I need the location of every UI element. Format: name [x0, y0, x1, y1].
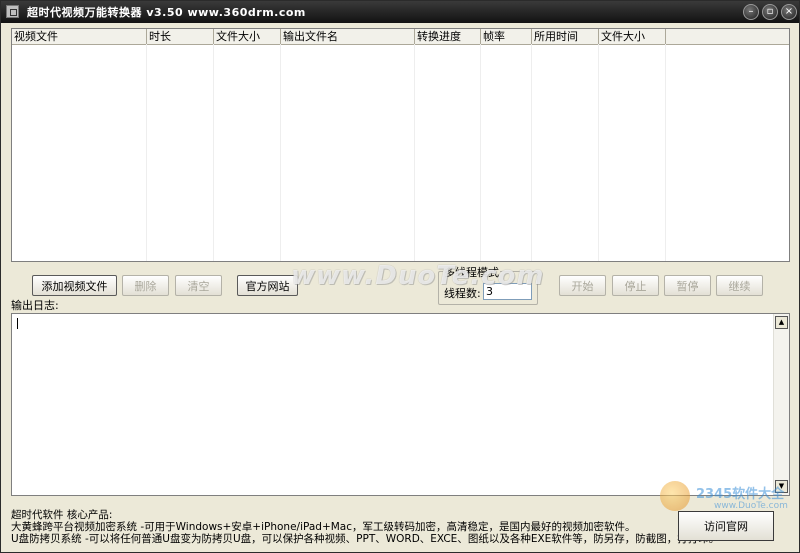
- column-header-output-filename[interactable]: 输出文件名: [281, 29, 415, 44]
- window-title: 超时代视频万能转换器 v3.50 www.360drm.com: [27, 6, 306, 19]
- pause-button[interactable]: 暂停: [664, 275, 711, 296]
- corner-watermark-site: www.DuoTe.com: [714, 501, 788, 511]
- column-header-output-size[interactable]: 文件大小: [599, 29, 666, 44]
- corner-watermark: 2345软件大全 www.DuoTe.com: [656, 477, 796, 543]
- column-header-elapsed-time[interactable]: 所用时间: [532, 29, 599, 44]
- maximize-icon: ▫: [766, 6, 774, 17]
- minimize-button[interactable]: –: [743, 4, 759, 20]
- log-vertical-scrollbar[interactable]: ▲ ▼: [773, 314, 789, 495]
- main-window: 超时代视频万能转换器 v3.50 www.360drm.com – ▫ × 视频…: [0, 0, 800, 553]
- app-icon[interactable]: [6, 5, 19, 18]
- column-divider: [531, 44, 532, 261]
- footer-product-line-2: U盘防拷贝系统 -可以将任何普通U盘变为防拷贝U盘，可以保护各种视频、PPT、W…: [11, 533, 720, 545]
- output-log-label: 输出日志:: [11, 299, 59, 312]
- list-header: 视频文件 时长 文件大小 输出文件名 转换进度 帧率 所用时间 文件大小: [12, 29, 789, 45]
- clear-button[interactable]: 清空: [175, 275, 222, 296]
- video-file-list[interactable]: 视频文件 时长 文件大小 输出文件名 转换进度 帧率 所用时间 文件大小: [11, 28, 790, 262]
- column-divider: [598, 44, 599, 261]
- column-header-video-file[interactable]: 视频文件: [12, 29, 147, 44]
- scroll-up-arrow-icon[interactable]: ▲: [775, 316, 788, 329]
- add-video-file-button[interactable]: 添加视频文件: [32, 275, 117, 296]
- column-divider: [280, 44, 281, 261]
- column-divider: [146, 44, 147, 261]
- resume-button[interactable]: 继续: [716, 275, 763, 296]
- text-caret: [17, 318, 18, 329]
- start-button[interactable]: 开始: [559, 275, 606, 296]
- corner-watermark-logo: 2345软件大全: [696, 487, 785, 502]
- column-header-frame-rate[interactable]: 帧率: [481, 29, 532, 44]
- column-divider: [213, 44, 214, 261]
- title-bar[interactable]: 超时代视频万能转换器 v3.50 www.360drm.com – ▫ ×: [1, 1, 799, 23]
- column-divider: [480, 44, 481, 261]
- column-header-progress[interactable]: 转换进度: [415, 29, 481, 44]
- delete-button[interactable]: 删除: [122, 275, 169, 296]
- official-site-button[interactable]: 官方网站: [237, 275, 298, 296]
- column-header-duration[interactable]: 时长: [147, 29, 214, 44]
- column-divider: [665, 44, 666, 261]
- minimize-icon: –: [748, 6, 754, 17]
- mascot-icon: [660, 481, 690, 511]
- close-button[interactable]: ×: [781, 4, 797, 20]
- duote-watermark: www.DuoTe.com: [291, 261, 545, 291]
- maximize-button[interactable]: ▫: [762, 4, 778, 20]
- close-icon: ×: [784, 6, 794, 17]
- column-header-file-size[interactable]: 文件大小: [214, 29, 281, 44]
- output-log-textarea[interactable]: ▲ ▼: [11, 313, 790, 496]
- stop-button[interactable]: 停止: [612, 275, 659, 296]
- column-divider: [414, 44, 415, 261]
